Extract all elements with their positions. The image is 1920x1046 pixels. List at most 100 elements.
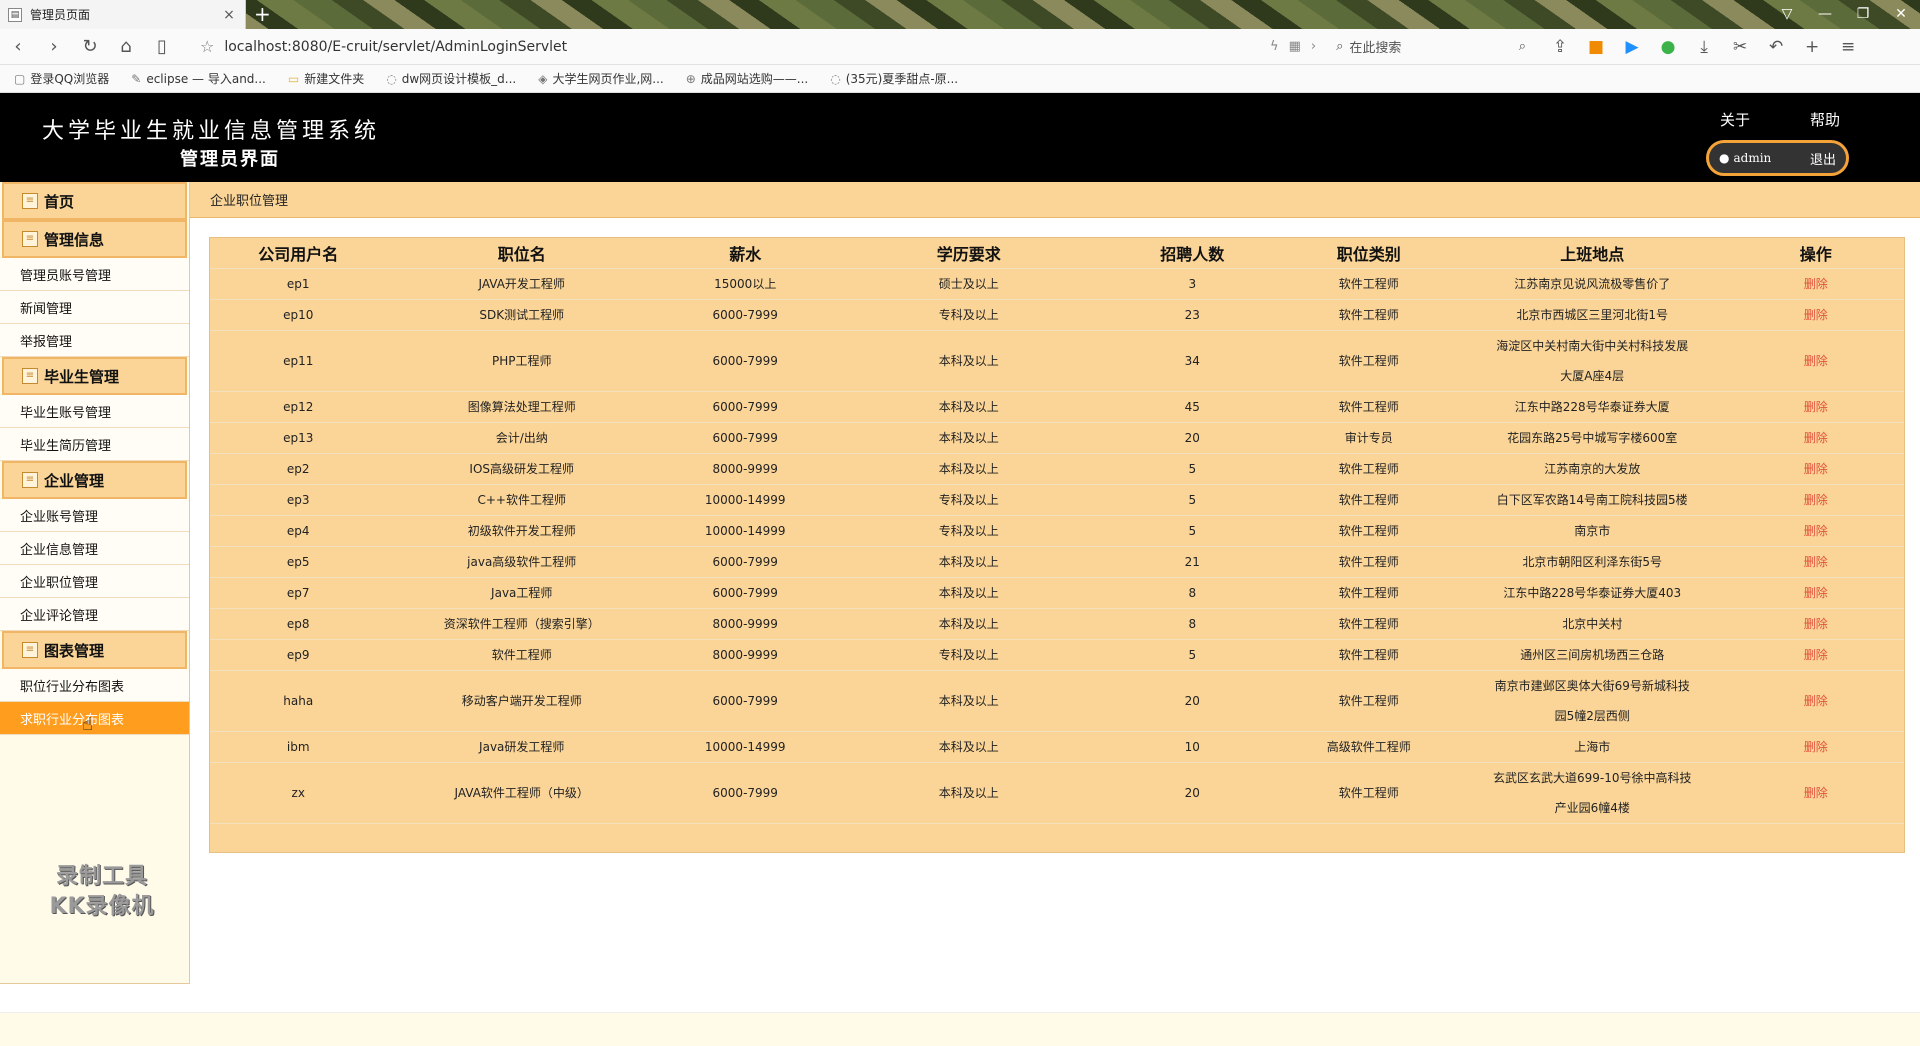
home-icon[interactable]: ⌂ [108, 29, 144, 65]
delete-link[interactable]: 删除 [1727, 731, 1904, 763]
sidebar-item-company-comments[interactable]: 企业评论管理 [0, 598, 189, 631]
delete-link[interactable]: 删除 [1727, 330, 1904, 392]
delete-link[interactable]: 删除 [1727, 391, 1904, 423]
sidebar-section-charts[interactable]: ≡ 图表管理 [2, 631, 187, 669]
url-field[interactable]: ☆ localhost:8080/E-cruit/servlet/AdminLo… [200, 33, 1260, 61]
location-text: 江东中路228号华泰证券大厦 [1514, 399, 1670, 414]
play-icon[interactable]: ▶ [1614, 37, 1650, 57]
sidebar-home[interactable]: ≡ 首页 [2, 182, 187, 220]
share-icon[interactable]: ⇪ [1542, 37, 1578, 57]
cell-location: 江东中路228号华泰证券大厦 [1456, 391, 1728, 423]
cell-salary: 6000-7999 [657, 422, 834, 454]
sidebar-item-admin-accounts[interactable]: 管理员账号管理 [0, 258, 189, 291]
close-tab-icon[interactable]: × [219, 7, 239, 23]
location-text: 南京市建邺区奥体大街69号新城科技园5幢2层西侧 [1494, 678, 1690, 723]
add-icon[interactable]: + [1794, 37, 1830, 57]
delete-link[interactable]: 删除 [1727, 299, 1904, 331]
search-go-icon[interactable]: ⌕ [1519, 39, 1526, 54]
cell-location: 海淀区中关村南大街中关村科技发展大厦A座4层 [1456, 330, 1728, 392]
forward-icon[interactable]: › [36, 29, 72, 65]
cell-salary: 6000-7999 [657, 577, 834, 609]
page-favicon-icon: ▤ [8, 7, 22, 22]
download-icon[interactable]: ⤓ [1686, 37, 1722, 57]
cell-education: 本科及以上 [833, 731, 1105, 763]
delete-link[interactable]: 删除 [1727, 670, 1904, 732]
back-icon[interactable]: ‹ [0, 29, 36, 65]
table-row: ep11 PHP工程师 6000-7999 本科及以上 34 软件工程师 海淀区中关村南大街… [210, 330, 1904, 392]
table-row: ibm Java研发工程师 10000-14999 本科及以上 10 高级软件工程师 上海市… [210, 731, 1904, 763]
list-icon: ≡ [22, 368, 38, 384]
bookmark-item[interactable]: ◌ dw网页设计模板_d... [386, 70, 516, 87]
sidebar-section-graduates[interactable]: ≡ 毕业生管理 [2, 357, 187, 395]
table-row: ep13 会计/出纳 6000-7999 本科及以上 20 审计专员 花园东路25号中城写字… [210, 422, 1904, 454]
restore-icon[interactable]: ❐ [1844, 0, 1882, 29]
lightning-icon[interactable]: ϟ [1270, 39, 1279, 54]
delete-link[interactable]: 删除 [1727, 268, 1904, 300]
delete-link[interactable]: 删除 [1727, 546, 1904, 578]
video-icon[interactable]: ■ [1578, 37, 1614, 57]
scissors-icon[interactable]: ✂ [1722, 37, 1758, 57]
cell-category: 高级软件工程师 [1280, 731, 1457, 763]
sidebar-item-position-chart[interactable]: 职位行业分布图表 [0, 669, 189, 702]
bookmark-item[interactable]: ✎ eclipse — 导入and... [131, 70, 266, 87]
sidebar-section-management[interactable]: ≡ 管理信息 [2, 220, 187, 258]
sidebar-item-reports[interactable]: 举报管理 [0, 324, 189, 357]
cell-education: 本科及以上 [833, 453, 1105, 485]
sidebar-item-company-accounts[interactable]: 企业账号管理 [0, 499, 189, 532]
column-header-headcount: 招聘人数 [1104, 238, 1281, 269]
reader-icon[interactable]: ▯ [144, 29, 180, 65]
cell-position-name: JAVA软件工程师（中级） [386, 762, 658, 824]
about-link[interactable]: 关于 [1720, 109, 1750, 130]
new-tab-icon[interactable]: + [254, 3, 271, 25]
recorder-watermark: 录制工具 KK录像机 [49, 864, 155, 919]
delete-link[interactable]: 删除 [1727, 453, 1904, 485]
sidebar-item-news[interactable]: 新闻管理 [0, 291, 189, 324]
minimize-icon[interactable]: — [1806, 0, 1844, 29]
undo-icon[interactable]: ↶ [1758, 37, 1794, 57]
help-link[interactable]: 帮助 [1810, 109, 1840, 130]
search-placeholder: 在此搜索 [1349, 41, 1402, 56]
bookmark-item[interactable]: ▢ 登录QQ浏览器 [14, 70, 109, 87]
cell-education: 本科及以上 [833, 422, 1105, 454]
cell-company-username: ep13 [210, 422, 387, 454]
cell-position-name: 初级软件开发工程师 [386, 515, 658, 547]
delete-link[interactable]: 删除 [1727, 515, 1904, 547]
location-text: 花园东路25号中城写字楼600室 [1507, 430, 1678, 445]
list-icon: ≡ [22, 193, 38, 209]
delete-link[interactable]: 删除 [1727, 484, 1904, 516]
bookmark-item[interactable]: ▭ 新建文件夹 [288, 70, 364, 87]
bookmark-item[interactable]: ⊕ 成品网站选购——... [686, 70, 809, 87]
browser-tab[interactable]: ▤ 管理员页面 × [0, 0, 246, 29]
logout-button[interactable]: 退出 [1810, 149, 1836, 168]
delete-link[interactable]: 删除 [1727, 577, 1904, 609]
cell-education: 本科及以上 [833, 577, 1105, 609]
delete-link[interactable]: 删除 [1727, 608, 1904, 640]
cell-position-name: 软件工程师 [386, 639, 658, 671]
globe-icon: ⊕ [685, 71, 696, 86]
table-row: zx JAVA软件工程师（中级） 6000-7999 本科及以上 20 软件工程师 玄武区玄… [210, 762, 1904, 824]
delete-link[interactable]: 删除 [1727, 639, 1904, 671]
cell-headcount: 10 [1104, 731, 1281, 763]
delete-link[interactable]: 删除 [1727, 762, 1904, 824]
sidebar-item-graduate-resumes[interactable]: 毕业生简历管理 [0, 428, 189, 461]
sidebar-item-jobseeking-chart[interactable]: 求职行业分布图表 [0, 702, 189, 735]
chevron-right-icon[interactable]: › [1311, 39, 1316, 54]
url-text[interactable]: localhost:8080/E-cruit/servlet/AdminLogi… [224, 39, 1260, 55]
bookmark-icon: ◌ [386, 71, 397, 86]
wechat-icon[interactable]: ● [1650, 37, 1686, 57]
bookmarks-bar: ▢ 登录QQ浏览器 ✎ eclipse — 导入and... ▭ 新建文件夹 ◌ dw网… [0, 65, 1920, 93]
close-window-icon[interactable]: ✕ [1882, 0, 1920, 29]
sidebar-item-graduate-accounts[interactable]: 毕业生账号管理 [0, 395, 189, 428]
sidebar-item-company-info[interactable]: 企业信息管理 [0, 532, 189, 565]
sidebar-item-company-positions[interactable]: 企业职位管理 [0, 565, 189, 598]
search-input[interactable]: ⌕ 在此搜索 ⌕ [1336, 34, 1526, 60]
sidebar-section-companies[interactable]: ≡ 企业管理 [2, 461, 187, 499]
window-menu-icon[interactable]: ▽ [1768, 0, 1806, 29]
bookmark-star-icon[interactable]: ☆ [200, 37, 214, 56]
delete-link[interactable]: 删除 [1727, 422, 1904, 454]
grid-icon[interactable]: ▦ [1289, 39, 1301, 54]
bookmark-item[interactable]: ◌ (35元)夏季甜点-原... [830, 70, 958, 87]
reload-icon[interactable]: ↻ [72, 29, 108, 65]
menu-icon[interactable]: ≡ [1830, 37, 1866, 57]
bookmark-item[interactable]: ◈ 大学生网页作业,网... [538, 70, 664, 87]
